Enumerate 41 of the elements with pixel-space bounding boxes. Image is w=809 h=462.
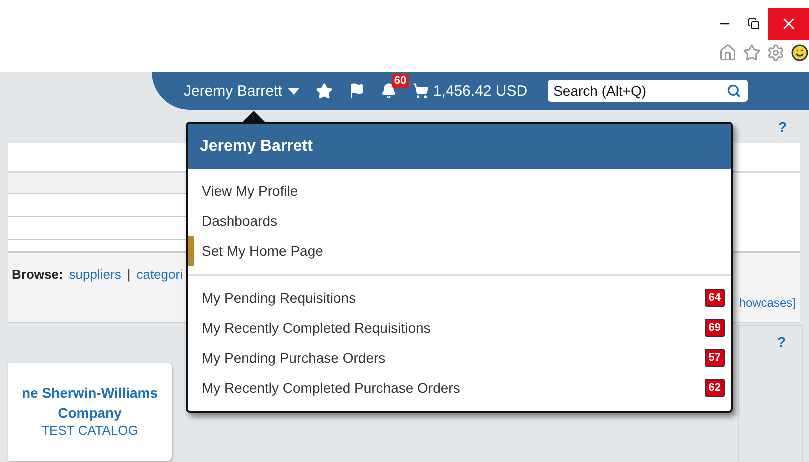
menu-item[interactable]: My Recently Completed Purchase Orders 62 [188,373,731,403]
home-icon[interactable] [719,44,737,62]
menu-item[interactable]: My Pending Requisitions 64 [188,283,731,313]
showcases-link[interactable]: howcases] [739,296,796,310]
search-field[interactable]: Search (Alt+Q) [548,80,748,102]
menu-item[interactable]: Set My Home Page [188,236,731,266]
search-icon[interactable] [726,84,741,98]
categories-link[interactable]: categori [136,267,183,282]
menu-item-label: My Pending Requisitions [202,290,356,306]
menu-item[interactable]: My Recently Completed Requisitions 69 [188,313,731,343]
close-button[interactable] [768,8,809,40]
catalog-title[interactable]: ne Sherwin-Williams Company [15,383,165,423]
restore-icon[interactable] [748,18,760,30]
settings-icon[interactable] [767,44,785,62]
smiley-icon[interactable] [791,44,809,62]
menu-item[interactable]: Dashboards [188,206,731,236]
menu-item-label: My Pending Purchase Orders [202,350,386,366]
help-icon[interactable]: ? [778,118,787,134]
flag-icon[interactable] [349,83,366,99]
separator: | [127,267,131,282]
cart-icon [413,83,430,99]
help-icon[interactable]: ? [777,334,786,350]
user-menu-button[interactable]: Jeremy Barrett [184,82,300,100]
menu-item-label: My Recently Completed Requisitions [202,320,431,336]
catalog-card[interactable]: ne Sherwin-Williams Company TEST CATALOG [8,363,172,461]
menu-title: Jeremy Barrett [188,124,731,170]
count-badge: 62 [704,379,725,397]
menu-item-label: My Recently Completed Purchase Orders [202,380,460,396]
bell-icon[interactable] [381,83,398,99]
caret-icon [288,88,300,94]
count-badge: 69 [704,319,725,337]
star-icon[interactable] [743,44,761,62]
count-badge: 64 [704,289,725,307]
count-badge: 57 [704,349,725,367]
cart-button[interactable]: 1,456.42 USD [413,82,528,100]
catalog-subtitle[interactable]: TEST CATALOG [42,423,138,438]
menu-item[interactable]: View My Profile [188,176,731,206]
suppliers-link[interactable]: suppliers [69,267,122,282]
notification-count: 60 [392,74,409,88]
browse-label: Browse: [12,267,64,282]
menu-item[interactable]: My Pending Purchase Orders 57 [188,343,731,373]
